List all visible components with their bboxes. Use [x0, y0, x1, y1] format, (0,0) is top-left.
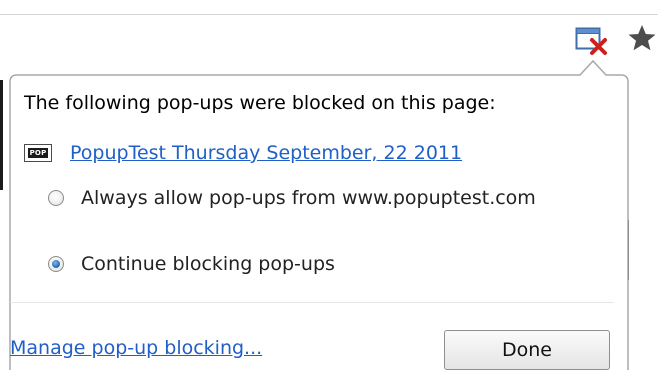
popup-page-icon: POP [24, 144, 52, 162]
continue-blocking-radio[interactable] [48, 256, 64, 272]
blocked-popup-link[interactable]: PopupTest Thursday September, 22 2011 [70, 142, 462, 164]
bubble-divider [10, 302, 614, 303]
popup-icon-text: POP [27, 148, 49, 158]
always-allow-option[interactable]: Always allow pop-ups from www.popuptest.… [48, 184, 536, 212]
always-allow-label[interactable]: Always allow pop-ups from www.popuptest.… [81, 187, 536, 209]
always-allow-radio[interactable] [48, 190, 64, 206]
manage-popup-blocking-link[interactable]: Manage pop-up blocking... [10, 337, 262, 359]
bubble-heading: The following pop-ups were blocked on th… [24, 92, 496, 114]
popup-bubble: The following pop-ups were blocked on th… [0, 0, 658, 371]
continue-blocking-option[interactable]: Continue blocking pop-ups [48, 250, 335, 278]
blocked-popup-item: POP PopupTest Thursday September, 22 201… [24, 140, 462, 166]
continue-blocking-label[interactable]: Continue blocking pop-ups [81, 253, 335, 275]
done-button[interactable]: Done [444, 330, 610, 370]
